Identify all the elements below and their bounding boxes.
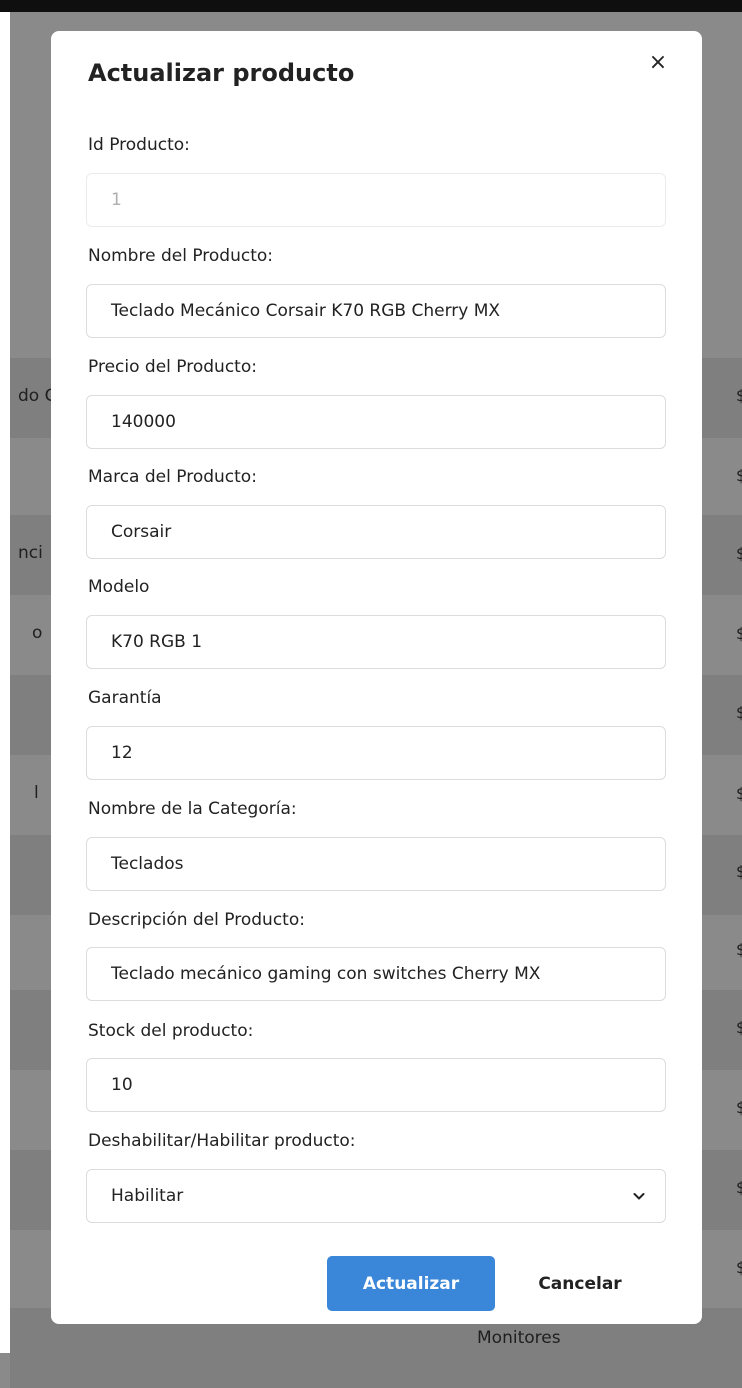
background-price-cell: $ [736,1018,742,1037]
modal-title: Actualizar producto [88,59,355,87]
description-field[interactable]: Teclado mecánico gaming con switches Che… [86,947,666,1001]
update-button[interactable]: Actualizar [327,1256,495,1311]
price-label: Precio del Producto: [88,357,257,377]
product-name-value: Teclado Mecánico Corsair K70 RGB Cherry … [111,301,501,321]
background-price-cell: $ [736,544,742,563]
background-price-cell: $ [736,703,742,722]
stock-field[interactable]: 10 [86,1058,666,1112]
price-field[interactable]: 140000 [86,395,666,449]
name-label: Nombre del Producto: [88,246,273,266]
product-name-field[interactable]: Teclado Mecánico Corsair K70 RGB Cherry … [86,284,666,338]
warranty-field[interactable]: 12 [86,726,666,780]
warranty-value: 12 [111,743,133,763]
category-field[interactable]: Teclados [86,837,666,891]
background-price-cell: $ [736,624,742,643]
model-value: K70 RGB 1 [111,632,203,652]
background-price-cell: $ [736,1178,742,1197]
background-price-cell: $ [736,784,742,803]
left-edge [0,12,10,1353]
id-value: 1 [111,190,122,210]
model-field[interactable]: K70 RGB 1 [86,615,666,669]
chevron-down-icon [633,1193,645,1200]
background-price-cell: $ [736,940,742,959]
background-price-cell: $ [736,1258,742,1277]
cancel-button[interactable]: Cancelar [515,1256,645,1311]
background-category-cell: Monitores [477,1328,561,1348]
update-product-modal: Actualizar producto × Id Producto: 1 Nom… [51,31,702,1324]
top-bar [0,0,742,12]
id-label: Id Producto: [88,135,190,155]
background-price-cell: $ [736,1098,742,1117]
price-value: 140000 [111,412,176,432]
close-icon[interactable]: × [645,49,671,75]
category-label: Nombre de la Categoría: [88,799,297,819]
brand-value: Corsair [111,522,172,542]
stock-value: 10 [111,1075,133,1095]
brand-label: Marca del Producto: [88,467,257,487]
background-price-cell: $ [736,862,742,881]
category-value: Teclados [111,854,184,874]
description-label: Descripción del Producto: [88,910,305,930]
description-value: Teclado mecánico gaming con switches Che… [111,964,541,984]
status-label: Deshabilitar/Habilitar producto: [88,1131,356,1151]
warranty-label: Garantía [88,688,162,708]
status-selected-value: Habilitar [111,1186,184,1206]
brand-field[interactable]: Corsair [86,505,666,559]
background-price-cell: $ [736,386,742,405]
background-price-cell: $ [736,466,742,485]
model-label: Modelo [88,577,150,597]
stock-label: Stock del producto: [88,1021,254,1041]
status-select[interactable]: Habilitar [86,1169,666,1223]
id-field: 1 [86,173,666,227]
